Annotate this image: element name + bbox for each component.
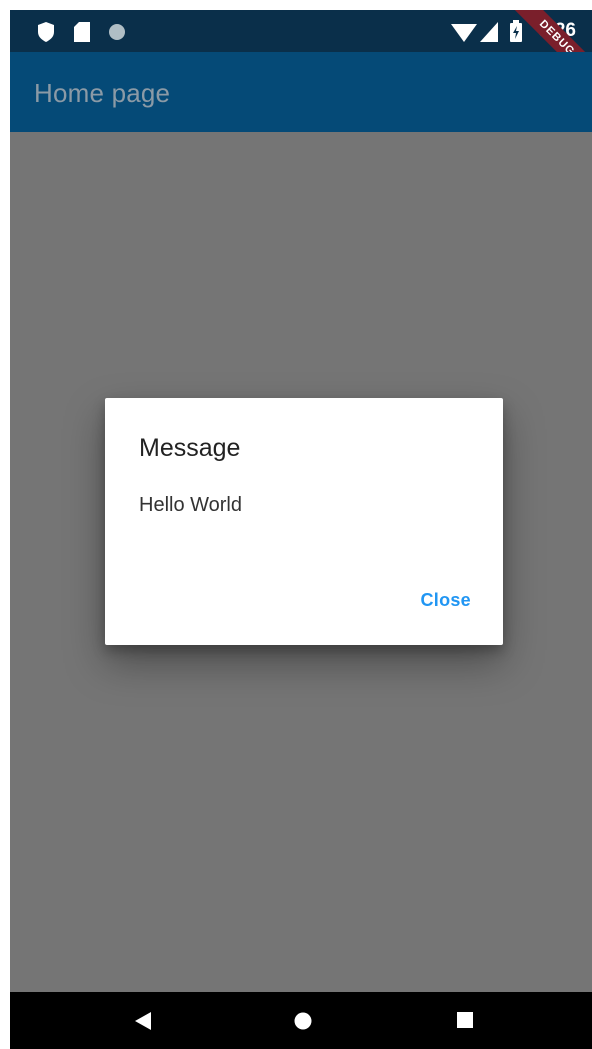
back-icon[interactable] [135, 1012, 151, 1030]
signal-icon [480, 22, 498, 42]
close-button[interactable]: Close [408, 586, 483, 615]
navigation-bar [10, 992, 592, 1049]
battery-icon [510, 20, 522, 42]
circle-icon [109, 24, 125, 40]
dialog-message: Hello World [139, 494, 242, 516]
device-screen: 9:26 DEBUG Home page Message Hello World… [10, 10, 592, 1049]
status-bar: 9:26 DEBUG [10, 10, 592, 99]
alert-dialog: Message Hello World Close [105, 398, 503, 645]
app-bar: Home page [10, 52, 592, 132]
page-title: Home page [34, 78, 171, 108]
shield-icon [38, 22, 54, 42]
recents-icon[interactable] [457, 1012, 473, 1028]
dialog-title: Message [139, 434, 241, 462]
sd-card-icon [74, 22, 90, 42]
home-icon[interactable] [294, 1012, 312, 1030]
wifi-icon [451, 24, 477, 42]
